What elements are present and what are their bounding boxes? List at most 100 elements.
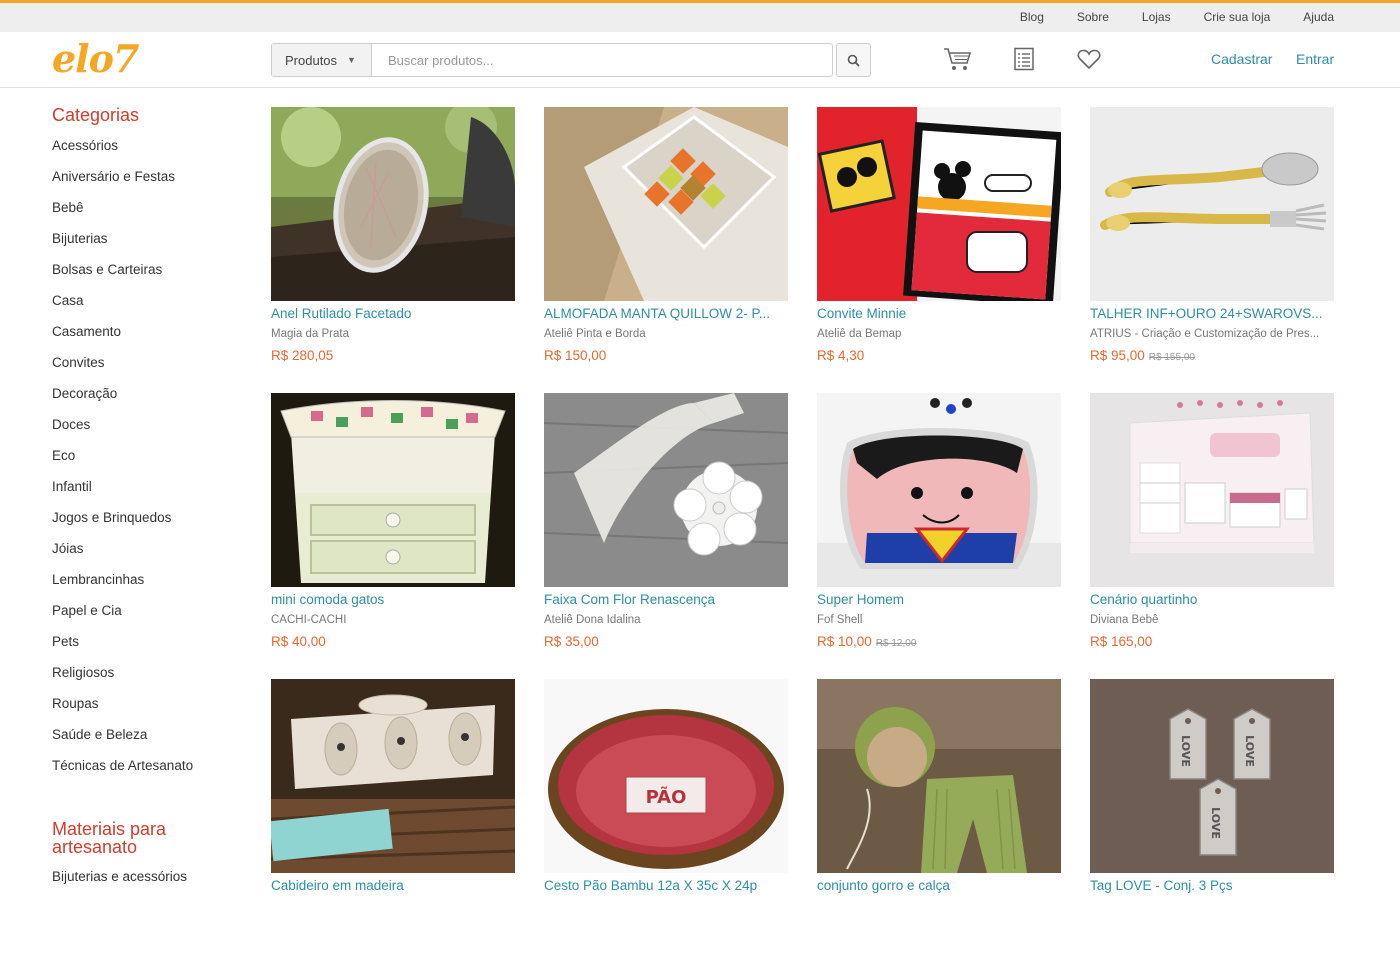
product-name[interactable]: Cabideiro em madeira bbox=[271, 878, 515, 895]
product-grid: Anel Rutilado Facetado Magia da Prata R$… bbox=[271, 107, 1335, 965]
product-image-knit-set[interactable] bbox=[817, 679, 1061, 873]
topnav-sobre-link[interactable]: Sobre bbox=[1077, 10, 1109, 24]
category-item[interactable]: Bijuterias bbox=[52, 230, 252, 261]
product-price-row: R$ 35,00 bbox=[544, 634, 788, 649]
category-item[interactable]: Bebê bbox=[52, 199, 252, 230]
product-name[interactable]: mini comoda gatos bbox=[271, 592, 515, 609]
svg-text:LOVE: LOVE bbox=[1243, 735, 1256, 767]
product-store[interactable]: Diviana Bebê bbox=[1090, 614, 1334, 628]
category-item[interactable]: Doces bbox=[52, 416, 252, 447]
product-price-row: R$ 150,00 bbox=[544, 348, 788, 363]
categories-title: Categorias bbox=[52, 105, 140, 125]
product-card[interactable]: Convite Minnie Ateliê da Bemap R$ 4,30 bbox=[817, 107, 1061, 393]
category-item[interactable]: Decoração bbox=[52, 385, 252, 416]
topnav-blog-link[interactable]: Blog bbox=[1020, 10, 1044, 24]
product-card[interactable]: ALMOFADA MANTA QUILLOW 2- P... Ateliê Pi… bbox=[544, 107, 788, 393]
elo7-logo[interactable]: elo7 bbox=[52, 36, 139, 81]
product-image-nursery-scene[interactable] bbox=[1090, 393, 1334, 587]
product-card[interactable]: conjunto gorro e calça bbox=[817, 679, 1061, 965]
product-name[interactable]: Tag LOVE - Conj. 3 Pçs bbox=[1090, 878, 1334, 895]
product-image-coat-rack[interactable] bbox=[271, 679, 515, 873]
product-name[interactable]: Faixa Com Flor Renascença bbox=[544, 592, 788, 609]
product-name[interactable]: Cenário quartinho bbox=[1090, 592, 1334, 609]
product-price: R$ 95,00 bbox=[1090, 348, 1145, 363]
product-card[interactable]: Cabideiro em madeira bbox=[271, 679, 515, 965]
category-item[interactable]: Jogos e Brinquedos bbox=[52, 509, 252, 540]
product-price-row: R$ 40,00 bbox=[271, 634, 515, 649]
orders-list-icon[interactable] bbox=[1008, 44, 1040, 74]
register-link[interactable]: Cadastrar bbox=[1211, 51, 1272, 67]
category-item[interactable]: Aniversário e Festas bbox=[52, 168, 252, 199]
category-item[interactable]: Pets bbox=[52, 633, 252, 664]
product-store[interactable]: ATRIUS - Criação e Customização de Pres.… bbox=[1090, 328, 1334, 342]
product-name[interactable]: Convite Minnie bbox=[817, 306, 1061, 323]
product-card[interactable]: mini comoda gatos CACHI-CACHI R$ 40,00 bbox=[271, 393, 515, 679]
product-image-ring[interactable] bbox=[271, 107, 515, 301]
product-store[interactable]: Ateliê Dona Idalina bbox=[544, 614, 788, 628]
category-item[interactable]: Papel e Cia bbox=[52, 602, 252, 633]
main-header: elo7 Produtos ▼ Buscar produtos... Cadas… bbox=[0, 32, 1400, 88]
category-item[interactable]: Lembrancinhas bbox=[52, 571, 252, 602]
product-image-cutlery[interactable] bbox=[1090, 107, 1334, 301]
search-input[interactable] bbox=[372, 44, 832, 76]
top-nav: Blog Sobre Lojas Crie sua loja Ajuda bbox=[987, 10, 1334, 24]
product-store[interactable]: CACHI-CACHI bbox=[271, 614, 515, 628]
product-price: R$ 165,00 bbox=[1090, 634, 1153, 649]
topnav-ajuda-link[interactable]: Ajuda bbox=[1303, 10, 1334, 24]
category-item[interactable]: Jóias bbox=[52, 540, 252, 571]
product-card[interactable]: Super Homem Fof Shell R$ 10,00 R$ 12,00 bbox=[817, 393, 1061, 679]
materials-list: Bijuterias e acessórios bbox=[52, 868, 252, 899]
product-name[interactable]: conjunto gorro e calça bbox=[817, 878, 1061, 895]
product-image-quilt-pillow[interactable] bbox=[544, 107, 788, 301]
product-price-row: R$ 280,05 bbox=[271, 348, 515, 363]
product-store[interactable]: Fof Shell bbox=[817, 614, 1061, 628]
login-link[interactable]: Entrar bbox=[1296, 51, 1334, 67]
product-name[interactable]: Cesto Pão Bambu 12a X 35c X 24p bbox=[544, 878, 788, 895]
category-item[interactable]: Casamento bbox=[52, 323, 252, 354]
product-card[interactable]: Cenário quartinho Diviana Bebê R$ 165,00 bbox=[1090, 393, 1334, 679]
product-card[interactable]: TALHER INF+OURO 24+SWAROVS... ATRIUS - C… bbox=[1090, 107, 1334, 393]
category-item[interactable]: Saúde e Beleza bbox=[52, 726, 252, 757]
product-card[interactable]: LOVE LOVE LOVE Tag LOVE - Conj. 3 Pçs bbox=[1090, 679, 1334, 965]
category-item[interactable]: Religiosos bbox=[52, 664, 252, 695]
product-price: R$ 40,00 bbox=[271, 634, 326, 649]
search-icon bbox=[847, 54, 860, 67]
product-image-minnie-invite[interactable] bbox=[817, 107, 1061, 301]
category-item[interactable]: Infantil bbox=[52, 478, 252, 509]
search-category-select[interactable]: Produtos ▼ bbox=[272, 44, 372, 76]
product-price-row: R$ 4,30 bbox=[817, 348, 1061, 363]
category-item[interactable]: Convites bbox=[52, 354, 252, 385]
product-store[interactable]: Ateliê da Bemap bbox=[817, 328, 1061, 342]
product-image-mini-dresser[interactable] bbox=[271, 393, 515, 587]
product-store[interactable]: Ateliê Pinta e Borda bbox=[544, 328, 788, 342]
product-name[interactable]: TALHER INF+OURO 24+SWAROVS... bbox=[1090, 306, 1334, 323]
product-name[interactable]: Anel Rutilado Facetado bbox=[271, 306, 515, 323]
product-name[interactable]: ALMOFADA MANTA QUILLOW 2- P... bbox=[544, 306, 788, 323]
materials-item[interactable]: Bijuterias e acessórios bbox=[52, 868, 252, 899]
product-image-love-tags[interactable]: LOVE LOVE LOVE bbox=[1090, 679, 1334, 873]
product-store[interactable]: Magia da Prata bbox=[271, 328, 515, 342]
topnav-lojas-link[interactable]: Lojas bbox=[1142, 10, 1171, 24]
product-image-superman-purse[interactable] bbox=[817, 393, 1061, 587]
product-card[interactable]: Anel Rutilado Facetado Magia da Prata R$… bbox=[271, 107, 515, 393]
product-card[interactable]: Faixa Com Flor Renascença Ateliê Dona Id… bbox=[544, 393, 788, 679]
materials-title: Materiais para artesanato bbox=[52, 819, 167, 857]
heart-favorites-icon[interactable] bbox=[1073, 44, 1105, 74]
product-name[interactable]: Super Homem bbox=[817, 592, 1061, 609]
product-image-lace-headband[interactable] bbox=[544, 393, 788, 587]
product-card[interactable]: PÃO Cesto Pão Bambu 12a X 35c X 24p bbox=[544, 679, 788, 965]
cart-icon[interactable] bbox=[941, 44, 973, 74]
category-item[interactable]: Roupas bbox=[52, 695, 252, 726]
topnav-crie-sua-loja-link[interactable]: Crie sua loja bbox=[1204, 10, 1271, 24]
search-bar: Produtos ▼ bbox=[271, 43, 833, 77]
product-old-price: R$ 155,00 bbox=[1148, 352, 1195, 363]
category-item[interactable]: Eco bbox=[52, 447, 252, 478]
product-image-bread-basket[interactable]: PÃO bbox=[544, 679, 788, 873]
search-button[interactable] bbox=[836, 43, 871, 77]
category-item[interactable]: Técnicas de Artesanato bbox=[52, 757, 252, 788]
category-item[interactable]: Bolsas e Carteiras bbox=[52, 261, 252, 292]
top-utility-bar: Blog Sobre Lojas Crie sua loja Ajuda bbox=[0, 0, 1400, 32]
product-price: R$ 150,00 bbox=[544, 348, 607, 363]
category-item[interactable]: Acessórios bbox=[52, 137, 252, 168]
category-item[interactable]: Casa bbox=[52, 292, 252, 323]
